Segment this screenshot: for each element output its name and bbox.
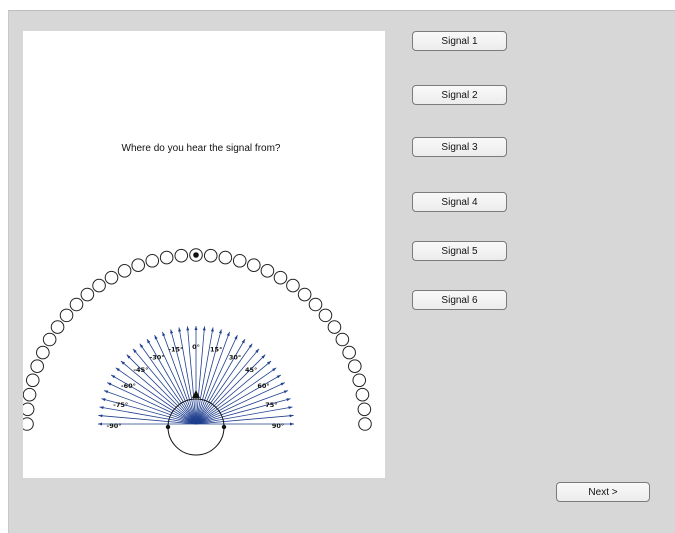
left-ear-dot bbox=[165, 424, 171, 430]
ray-arrowhead bbox=[147, 339, 151, 344]
ray-arrowhead bbox=[154, 335, 158, 340]
angle-label: -30° bbox=[150, 353, 165, 361]
signal-6-button[interactable]: Signal 6 bbox=[412, 290, 507, 310]
direction-option-circle[interactable] bbox=[286, 278, 300, 293]
ray-arrowhead bbox=[194, 326, 198, 330]
direction-option-circle[interactable] bbox=[335, 332, 350, 347]
ray-arrowhead bbox=[241, 339, 245, 344]
angle-label: 90° bbox=[272, 422, 284, 430]
ray-arrowhead bbox=[98, 422, 102, 426]
direction-option-circle[interactable] bbox=[117, 264, 132, 278]
ray-arrowhead bbox=[107, 382, 112, 386]
direction-option-circle[interactable] bbox=[232, 253, 247, 268]
angle-label: -60° bbox=[121, 382, 136, 390]
direction-option-circle[interactable] bbox=[358, 417, 372, 431]
ray-arrowhead bbox=[288, 406, 293, 410]
next-button[interactable]: Next > bbox=[556, 482, 650, 502]
angle-label: -90° bbox=[107, 422, 122, 430]
ray-arrowhead bbox=[103, 390, 109, 394]
angle-label: 15° bbox=[210, 346, 222, 354]
ray-arrowhead bbox=[99, 406, 104, 410]
signal-2-button[interactable]: Signal 2 bbox=[412, 85, 507, 105]
direction-option-circle[interactable] bbox=[23, 402, 35, 417]
direction-option-circle[interactable] bbox=[327, 320, 342, 334]
angle-label: -15° bbox=[168, 346, 183, 354]
ray-arrowhead bbox=[170, 329, 174, 334]
ray-arrowhead bbox=[283, 390, 289, 394]
signal-5-button[interactable]: Signal 5 bbox=[412, 241, 507, 261]
direction-option-circle[interactable] bbox=[30, 359, 44, 373]
angle-label: -75° bbox=[113, 401, 128, 409]
ray-arrowhead bbox=[286, 398, 291, 402]
direction-selector: -90° -75° -60° -45°-30°-15° 0° 15° 30° 45°60° 75… bbox=[23, 248, 372, 456]
ray-arrowhead bbox=[248, 343, 253, 348]
angle-label: 45° bbox=[245, 366, 257, 374]
direction-option-circle[interactable] bbox=[174, 248, 189, 263]
signal-4-button[interactable]: Signal 4 bbox=[412, 192, 507, 212]
angle-label: 60° bbox=[257, 382, 269, 390]
direction-option-circle[interactable] bbox=[23, 417, 34, 431]
angle-label: -45° bbox=[133, 366, 148, 374]
angle-label: 0° bbox=[192, 343, 200, 351]
direction-option-circle[interactable] bbox=[80, 287, 95, 302]
direction-option-circle[interactable] bbox=[92, 278, 106, 293]
angle-label: 30° bbox=[229, 353, 241, 361]
ray-arrowhead bbox=[276, 375, 281, 379]
direction-option-circle[interactable] bbox=[247, 258, 261, 272]
direction-option-circle[interactable] bbox=[159, 250, 174, 265]
stimulus-panel: Where do you hear the signal from? -90° -… bbox=[23, 31, 385, 478]
direction-option-circle[interactable] bbox=[318, 308, 333, 323]
direction-option-circle[interactable] bbox=[308, 297, 323, 312]
ray-arrowhead bbox=[226, 331, 230, 337]
direction-option-circle[interactable] bbox=[69, 297, 84, 312]
angle-label: 75° bbox=[265, 401, 277, 409]
direction-option-circle[interactable] bbox=[203, 248, 218, 263]
ray-arrowhead bbox=[139, 343, 144, 348]
direction-option-circle[interactable] bbox=[342, 345, 356, 360]
direction-option-circle[interactable] bbox=[131, 258, 145, 272]
ray-arrowhead bbox=[234, 335, 238, 340]
direction-option-circle[interactable] bbox=[59, 308, 74, 323]
signal-1-button[interactable]: Signal 1 bbox=[412, 31, 507, 51]
ray-arrowhead bbox=[162, 331, 166, 337]
direction-option-circle[interactable] bbox=[36, 345, 50, 360]
ray-arrowhead bbox=[272, 367, 277, 372]
selected-direction-dot bbox=[193, 252, 199, 258]
ray-arrowhead bbox=[111, 375, 116, 379]
ray-arrowhead bbox=[218, 329, 222, 334]
ray-arrowhead bbox=[280, 382, 285, 386]
right-ear-dot bbox=[221, 424, 227, 430]
direction-option-circle[interactable] bbox=[25, 373, 40, 388]
direction-option-circle[interactable] bbox=[104, 270, 119, 285]
direction-option-circle[interactable] bbox=[357, 402, 372, 417]
ray-arrowhead bbox=[101, 398, 106, 402]
ray-arrowhead bbox=[210, 327, 214, 332]
direction-option-circle[interactable] bbox=[352, 373, 367, 388]
direction-option-circle[interactable] bbox=[297, 287, 312, 302]
signal-3-button[interactable]: Signal 3 bbox=[412, 137, 507, 157]
ray-arrowhead bbox=[115, 367, 120, 372]
direction-option-circle[interactable] bbox=[50, 320, 65, 334]
direction-option-circle[interactable] bbox=[42, 332, 57, 347]
direction-option-circle[interactable] bbox=[348, 359, 362, 373]
direction-option-circle[interactable] bbox=[355, 387, 370, 402]
direction-option-circle[interactable] bbox=[260, 264, 275, 278]
direction-option-circle[interactable] bbox=[218, 250, 233, 265]
ray-arrowhead bbox=[290, 422, 294, 426]
direction-option-circle[interactable] bbox=[145, 253, 160, 268]
direction-option-circle[interactable] bbox=[23, 387, 37, 402]
ray-arrowhead bbox=[178, 327, 182, 332]
direction-option-circle[interactable] bbox=[273, 270, 288, 285]
